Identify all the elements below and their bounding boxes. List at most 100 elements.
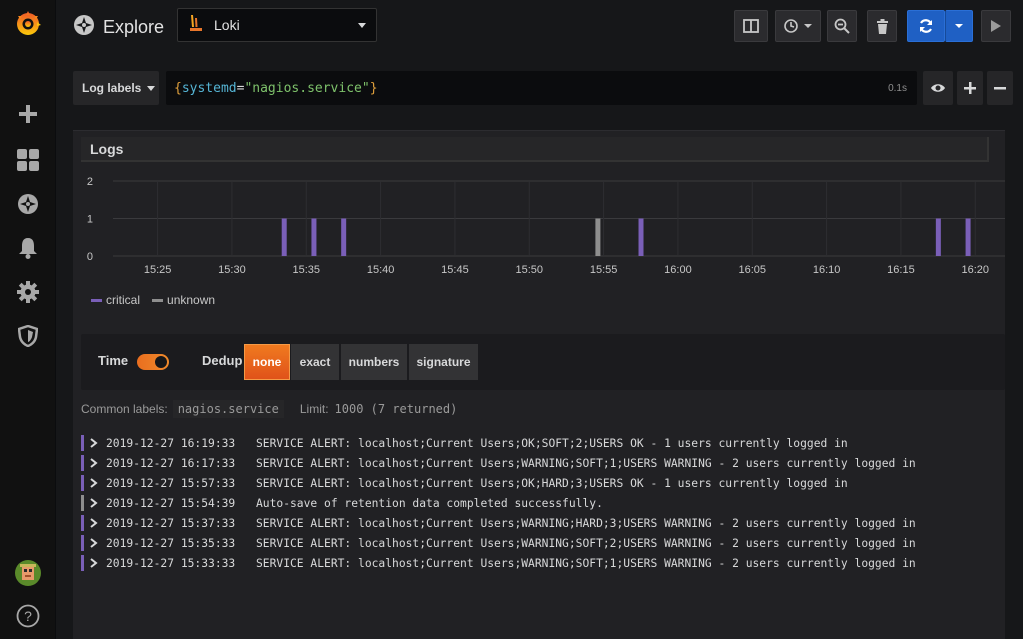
legend-swatch — [91, 298, 102, 302]
help-icon[interactable]: ? — [14, 602, 42, 630]
log-rows: 2019-12-27 16:19:33 SERVICE ALERT: localh… — [81, 433, 997, 573]
chart-bar-unknown — [595, 218, 601, 256]
page-header: Explore — [73, 14, 164, 41]
add-query-button[interactable] — [957, 71, 983, 105]
log-row[interactable]: 2019-12-27 16:17:33 SERVICE ALERT: localh… — [81, 453, 997, 473]
logs-panel-header[interactable]: Logs — [81, 137, 989, 162]
zoom-out-icon — [834, 18, 850, 34]
x-tick-label: 15:30 — [218, 264, 246, 276]
dashboards-icon[interactable] — [14, 146, 42, 174]
dedup-label: Dedup — [202, 353, 243, 368]
log-message: SERVICE ALERT: localhost;Current Users;W… — [256, 536, 916, 550]
sidebar: ? — [0, 0, 56, 639]
log-labels-button[interactable]: Log labels — [73, 71, 159, 105]
x-tick-label: 15:50 — [516, 264, 544, 276]
log-level-indicator — [81, 555, 84, 571]
log-labels-label: Log labels — [82, 81, 142, 95]
explore-main: Explore Loki Log labels {systemd = "nagios — [57, 0, 1023, 639]
chevron-right-icon[interactable] — [90, 538, 98, 551]
log-row[interactable]: 2019-12-27 15:54:39 Auto-save of retentio… — [81, 493, 997, 513]
log-row[interactable]: 2019-12-27 15:35:33 SERVICE ALERT: localh… — [81, 533, 997, 553]
chevron-right-icon[interactable] — [90, 558, 98, 571]
time-toggle-label: Time — [98, 353, 129, 368]
chevron-right-icon[interactable] — [90, 458, 98, 471]
zoom-out-button[interactable] — [827, 10, 857, 42]
dedup-option-none[interactable]: none — [244, 344, 290, 380]
log-row[interactable]: 2019-12-27 15:33:33 SERVICE ALERT: localh… — [81, 553, 997, 573]
grafana-logo-icon[interactable] — [14, 10, 42, 38]
log-row[interactable]: 2019-12-27 16:19:33 SERVICE ALERT: localh… — [81, 433, 997, 453]
chart-bar-critical — [281, 218, 287, 256]
chevron-right-icon[interactable] — [90, 498, 98, 511]
eye-icon — [931, 84, 945, 92]
query-close-brace: } — [369, 80, 378, 96]
time-toggle[interactable] — [137, 354, 169, 370]
chart-bar-critical — [935, 218, 941, 256]
log-timestamp: 2019-12-27 15:54:39 — [106, 496, 236, 510]
refresh-interval-button[interactable] — [945, 10, 973, 42]
log-message: SERVICE ALERT: localhost;Current Users;O… — [256, 436, 848, 450]
log-timestamp: 2019-12-27 16:17:33 — [106, 456, 236, 470]
x-tick-label: 16:00 — [664, 264, 692, 276]
chart-bar-critical — [638, 218, 644, 256]
y-tick-label: 0 — [87, 251, 93, 263]
log-timestamp: 2019-12-27 15:35:33 — [106, 536, 236, 550]
explore-icon[interactable] — [14, 190, 42, 218]
gear-icon[interactable] — [14, 278, 42, 306]
shield-icon[interactable] — [14, 322, 42, 350]
caret-down-icon — [955, 24, 963, 28]
query-operator: = — [236, 80, 245, 96]
log-row[interactable]: 2019-12-27 15:37:33 SERVICE ALERT: localh… — [81, 513, 997, 533]
chevron-right-icon[interactable] — [90, 438, 98, 451]
y-tick-label: 1 — [87, 214, 93, 226]
chevron-right-icon[interactable] — [90, 478, 98, 491]
common-label-chip: nagios.service — [172, 400, 284, 418]
split-icon — [743, 19, 759, 33]
dedup-option-signature[interactable]: signature — [409, 344, 479, 380]
play-icon — [991, 20, 1001, 32]
legend-label: unknown — [167, 293, 216, 307]
query-label-key: systemd — [181, 80, 237, 96]
log-level-indicator — [81, 515, 84, 531]
log-timestamp: 2019-12-27 15:57:33 — [106, 476, 236, 490]
x-tick-label: 16:20 — [962, 264, 990, 276]
x-tick-label: 16:10 — [813, 264, 841, 276]
avatar[interactable] — [14, 559, 42, 587]
chart-legend: critical unknown — [91, 293, 215, 307]
legend-item-unknown[interactable]: unknown — [152, 293, 215, 307]
log-message: SERVICE ALERT: localhost;Current Users;O… — [256, 476, 848, 490]
plus-icon[interactable] — [14, 100, 42, 128]
x-tick-label: 15:25 — [144, 264, 172, 276]
legend-label: critical — [106, 293, 141, 307]
legend-item-critical[interactable]: critical — [91, 293, 140, 307]
query-input[interactable]: {systemd = "nagios.service"} 0.1s — [166, 71, 917, 105]
chevron-right-icon[interactable] — [90, 518, 98, 531]
split-button[interactable] — [734, 10, 768, 42]
page-title: Explore — [103, 17, 165, 37]
log-message: SERVICE ALERT: localhost;Current Users;W… — [256, 516, 916, 530]
bell-icon[interactable] — [14, 234, 42, 262]
x-tick-label: 15:35 — [293, 264, 321, 276]
log-level-indicator — [81, 535, 84, 551]
x-tick-label: 15:40 — [367, 264, 395, 276]
run-query-button[interactable] — [907, 10, 945, 42]
refresh-icon — [919, 19, 933, 33]
toggle-query-button[interactable] — [923, 71, 953, 105]
log-row[interactable]: 2019-12-27 15:57:33 SERVICE ALERT: localh… — [81, 473, 997, 493]
dedup-option-numbers[interactable]: numbers — [341, 344, 408, 380]
dedup-option-exact[interactable]: exact — [291, 344, 340, 380]
query-open-brace: { — [174, 80, 182, 96]
query-label-value: "nagios.service" — [244, 80, 370, 96]
limit-label: Limit: — [299, 402, 329, 416]
common-labels-label: Common labels: — [81, 402, 168, 416]
trash-icon — [876, 18, 888, 34]
chart-bar-critical — [965, 218, 971, 256]
remove-query-button[interactable] — [987, 71, 1013, 105]
logs-volume-chart: 2 1 0 15:25 15:30 15:35 15:40 15:45 15:50 15:55 16… — [87, 176, 1005, 276]
x-tick-label: 16:15 — [887, 264, 915, 276]
time-picker-button[interactable] — [775, 10, 821, 42]
datasource-picker[interactable]: Loki — [177, 8, 377, 42]
live-tail-button[interactable] — [981, 10, 1011, 42]
toggle-knob — [155, 356, 167, 368]
clear-all-button[interactable] — [867, 10, 897, 42]
